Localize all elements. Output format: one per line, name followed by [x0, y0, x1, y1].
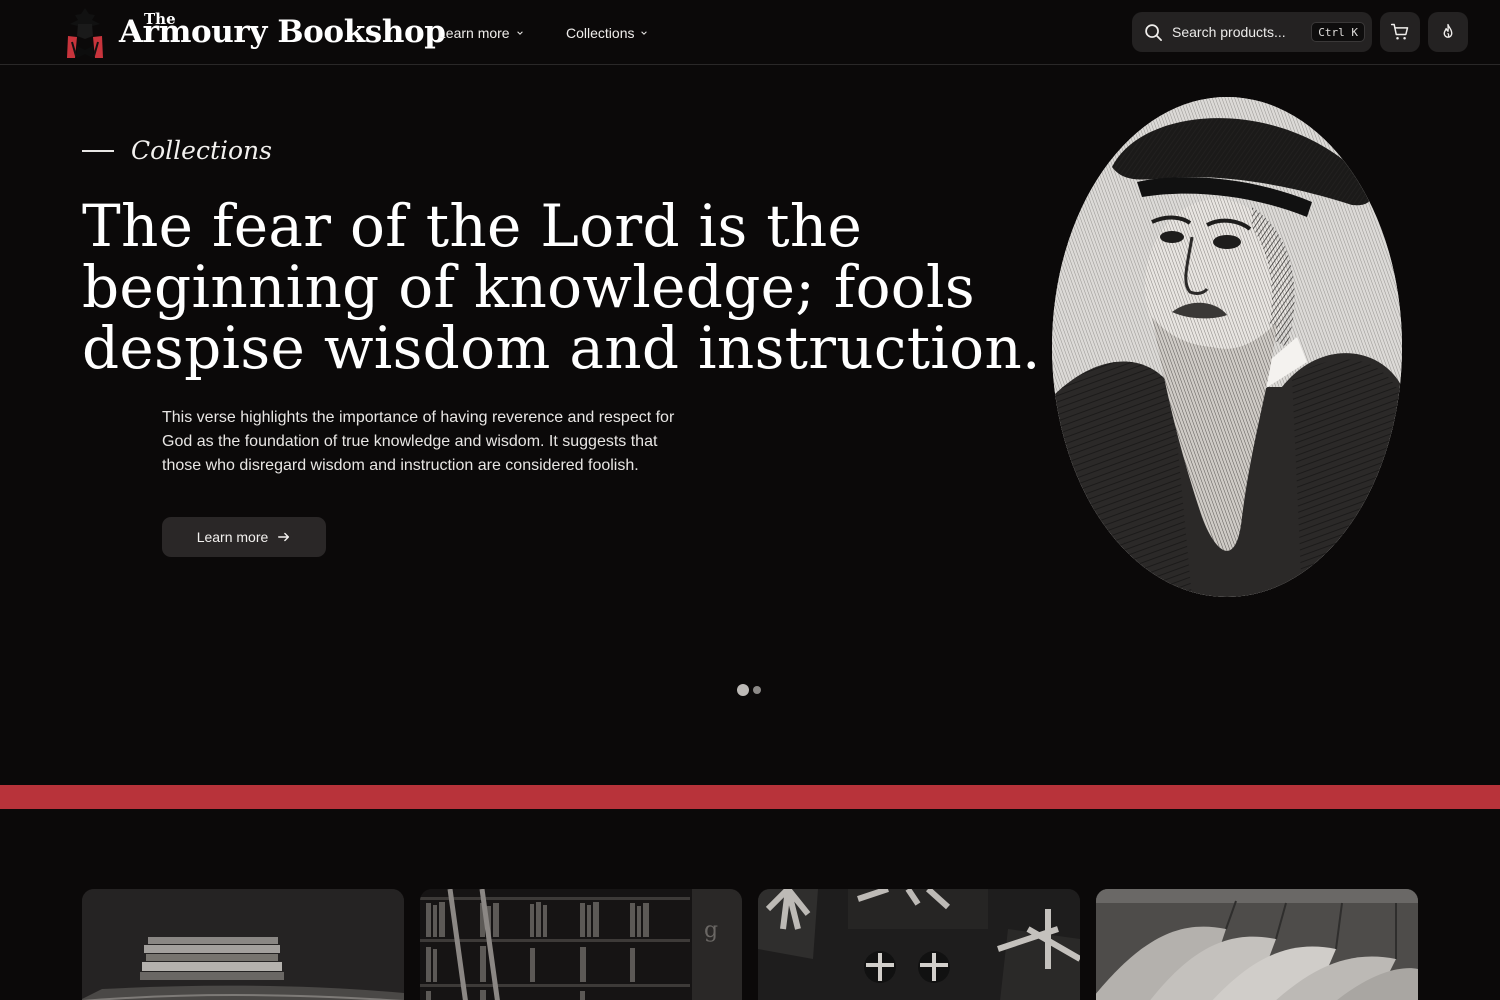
- arrow-right-icon: [278, 532, 290, 542]
- library-shelves-image: g: [420, 889, 742, 1000]
- hero-title: The fear of the Lord is the beginning of…: [82, 192, 1041, 382]
- eyebrow-divider: [82, 149, 114, 152]
- collection-card-library[interactable]: g: [420, 889, 742, 1000]
- nav-learn-more[interactable]: Learn more: [438, 22, 524, 44]
- gift-boxes-image: [758, 889, 1080, 1000]
- flame-icon: [1443, 23, 1453, 38]
- logo-name: Armoury Bookshop: [119, 14, 446, 50]
- chevron-down-icon: [641, 31, 648, 35]
- search-shortcut-badge: Ctrl K: [1311, 22, 1365, 42]
- engraved-portrait-illustration: [1052, 97, 1402, 597]
- nav-collections[interactable]: Collections: [566, 22, 648, 44]
- carousel-dot-1[interactable]: [737, 684, 749, 696]
- clothing-hangers-image: [1096, 889, 1418, 1000]
- eyebrow-label: Collections: [131, 136, 272, 165]
- hero-learn-more-button[interactable]: Learn more: [162, 517, 326, 557]
- search-icon: [1145, 23, 1162, 41]
- hero-button-label: Learn more: [196, 529, 269, 545]
- theme-toggle-button[interactable]: [1428, 12, 1468, 52]
- hero-eyebrow: Collections: [82, 136, 272, 165]
- site-logo[interactable]: The Armoury Bookshop: [62, 6, 446, 60]
- nav-learn-more-label: Learn more: [438, 25, 510, 41]
- search-input[interactable]: Search products... Ctrl K: [1132, 12, 1372, 52]
- book-stack-image: [82, 889, 404, 1000]
- armoury-logo-icon: [67, 8, 103, 58]
- search-placeholder: Search products...: [1172, 24, 1286, 40]
- site-header: The Armoury Bookshop Learn more Collecti…: [0, 0, 1500, 65]
- nav-collections-label: Collections: [566, 25, 635, 41]
- carousel-indicators: [737, 684, 761, 696]
- chevron-down-icon: [516, 31, 523, 35]
- svg-text:g: g: [704, 918, 718, 943]
- accent-band: [0, 785, 1500, 809]
- hero-portrait-image: [1052, 97, 1402, 597]
- hero-description: This verse highlights the importance of …: [162, 409, 675, 474]
- carousel-dot-2[interactable]: [753, 686, 761, 694]
- cart-icon: [1390, 23, 1409, 40]
- collection-card-books[interactable]: [82, 889, 404, 1000]
- collection-card-apparel[interactable]: [1096, 889, 1418, 1000]
- collection-card-gifts[interactable]: [758, 889, 1080, 1000]
- cart-button[interactable]: [1380, 12, 1420, 52]
